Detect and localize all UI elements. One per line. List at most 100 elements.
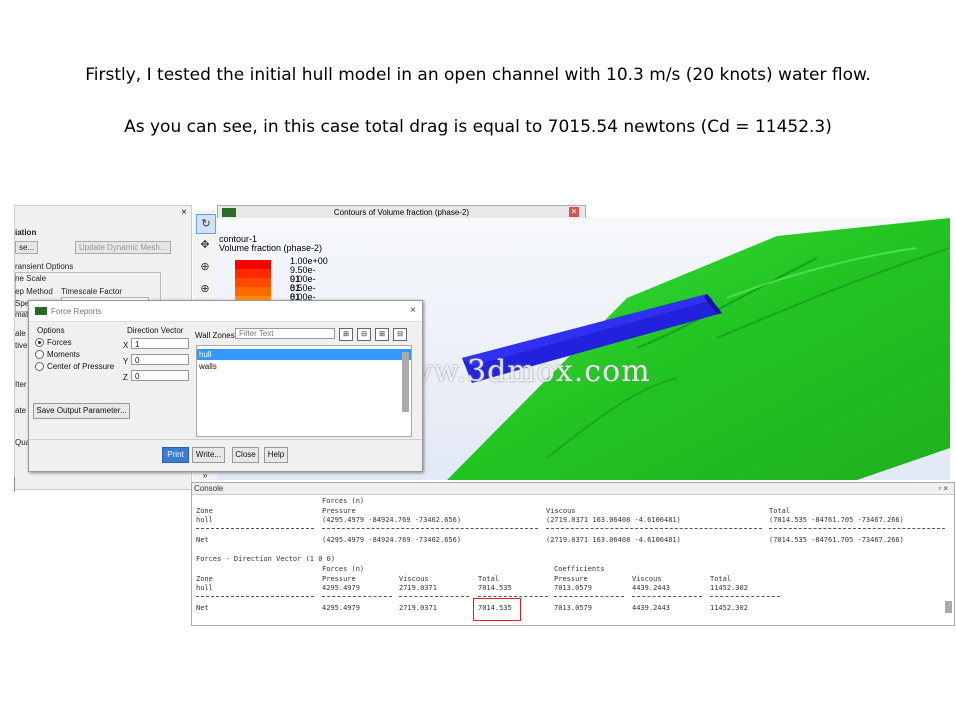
console-text: (2719.0371 163.06408 -4.6106481): [546, 516, 681, 524]
list-item-hull[interactable]: hull: [197, 349, 411, 360]
console-text: (4295.4979 -84924.769 -73462.656): [322, 516, 462, 524]
legend-swatch: [235, 287, 271, 296]
radio-moments-label: Moments: [47, 350, 80, 359]
wall-zones-label: Wall Zones: [195, 331, 235, 340]
direction-x-input[interactable]: 1: [131, 338, 189, 349]
highlight-box: [473, 598, 521, 621]
direction-z-input[interactable]: 0: [131, 370, 189, 381]
console-text: Total: [769, 507, 791, 515]
zoom-icon[interactable]: ⊕: [196, 258, 214, 276]
console-divider: [196, 596, 314, 597]
radio-checked-icon: [35, 338, 44, 348]
console-text: 11452.302: [710, 604, 748, 612]
dialog-close-icon[interactable]: ×: [410, 305, 416, 316]
console-text: hull: [196, 584, 213, 592]
ale-label: ale: [15, 329, 26, 338]
panel-button[interactable]: se...: [15, 241, 39, 254]
deselect-all-icon[interactable]: ⊟: [357, 328, 371, 341]
fluent-logo-icon: [222, 208, 236, 217]
console-text: 2719.0371: [399, 584, 437, 592]
console-divider: [322, 596, 392, 597]
update-dynamic-mesh-button[interactable]: Update Dynamic Mesh...: [75, 241, 171, 254]
graphics-window-title: Contours of Volume fraction (phase-2): [333, 208, 470, 217]
list-item-walls[interactable]: walls: [197, 361, 411, 372]
direction-y-input[interactable]: 0: [131, 354, 189, 365]
console-header: Console ▫ ×: [192, 483, 954, 495]
console-text: 4295.4979: [322, 584, 360, 592]
force-reports-dialog: Force Reports × Options Forces Moments C…: [28, 300, 423, 472]
ate-label: ate: [15, 406, 27, 415]
console-divider: [769, 528, 945, 529]
console-text: Viscous: [399, 575, 429, 583]
console-scrollbar[interactable]: [945, 601, 952, 613]
console-text: (7014.535 -84761.705 -73467.266): [769, 516, 904, 524]
step-method-label: ep Method: [15, 287, 53, 296]
console-divider: [554, 596, 624, 597]
console-text: (4295.4979 -84924.769 -73462.656): [322, 536, 462, 544]
console-divider: [399, 596, 469, 597]
select-all-icon[interactable]: ⊞: [339, 328, 353, 341]
console-text: Net: [196, 604, 209, 612]
console-text: Forces - Direction Vector (1 0 0): [196, 555, 336, 563]
console-title: Console: [194, 484, 224, 493]
console-text: Forces (n): [322, 565, 365, 573]
console-text: Net: [196, 536, 209, 544]
radio-moments[interactable]: Moments: [35, 350, 80, 360]
write-button[interactable]: Write...: [192, 447, 225, 463]
radio-icon: [35, 350, 44, 360]
console-text: Total: [710, 575, 732, 583]
close-button[interactable]: Close: [232, 447, 259, 463]
help-button[interactable]: Help: [264, 447, 288, 463]
console-text: Pressure: [554, 575, 588, 583]
console-text: Viscous: [632, 575, 662, 583]
console-text: hull: [196, 516, 213, 524]
list-scrollbar[interactable]: [402, 352, 409, 412]
console-text: Total: [478, 575, 500, 583]
timescale-factor-label: Timescale Factor: [61, 287, 123, 296]
contour-title: contour-1 Volume fraction (phase-2): [219, 235, 322, 253]
graphics-close-icon[interactable]: ✕: [569, 207, 579, 217]
console-text: 7014.535: [478, 584, 512, 592]
x-label: X: [123, 341, 129, 350]
divider: [14, 477, 15, 492]
options-label: Options: [37, 326, 65, 335]
console-text: (7014.535 -84761.705 -73467.266): [769, 536, 904, 544]
console-panel[interactable]: Console ▫ × Forces (n) Zone Pressure Vis…: [191, 482, 955, 626]
zoom-box-icon[interactable]: ⊕: [196, 280, 214, 298]
deselect-group-icon[interactable]: ⊟: [393, 328, 407, 341]
time-scale-label: ne Scale: [15, 274, 47, 283]
panel-heading: iation: [15, 228, 37, 237]
console-divider: [710, 596, 780, 597]
transient-options-label: ransient Options: [15, 262, 74, 271]
console-text: (2719.0371 163.06408 -4.6106481): [546, 536, 681, 544]
iter-label: Iter: [15, 380, 27, 389]
console-text: Pressure: [322, 575, 356, 583]
legend-swatch: [235, 260, 271, 269]
console-divider: [196, 528, 314, 529]
wall-zones-list[interactable]: hull walls: [196, 345, 412, 437]
pan-icon[interactable]: ✥: [196, 236, 214, 254]
console-text: Zone: [196, 575, 213, 583]
console-window-icons[interactable]: ▫ ×: [938, 483, 948, 495]
radio-forces[interactable]: Forces: [35, 338, 71, 348]
slide-text-line2: As you can see, in this case total drag …: [124, 117, 832, 137]
fluent-logo-icon: [35, 307, 47, 315]
dialog-divider: [29, 439, 422, 440]
console-divider: [322, 528, 538, 529]
console-text: 7013.0579: [554, 584, 592, 592]
legend-swatch: [235, 278, 271, 287]
console-text: 11452.302: [710, 584, 748, 592]
print-button[interactable]: Print: [162, 447, 189, 463]
save-output-parameter-button[interactable]: Save Output Parameter...: [33, 403, 130, 419]
panel-close-icon[interactable]: ×: [181, 207, 187, 218]
radio-center-of-pressure[interactable]: Center of Pressure: [35, 362, 114, 372]
select-group-icon[interactable]: ⊞: [375, 328, 389, 341]
rotate-icon[interactable]: ↻: [196, 214, 216, 234]
dialog-title: Force Reports: [51, 307, 102, 316]
console-text: 4439.2443: [632, 604, 670, 612]
console-text: 4295.4979: [322, 604, 360, 612]
wall-zones-filter-input[interactable]: [235, 328, 335, 339]
console-text: Coefficients: [554, 565, 605, 573]
console-divider: [546, 528, 762, 529]
contour-field: Volume fraction (phase-2): [219, 243, 323, 253]
